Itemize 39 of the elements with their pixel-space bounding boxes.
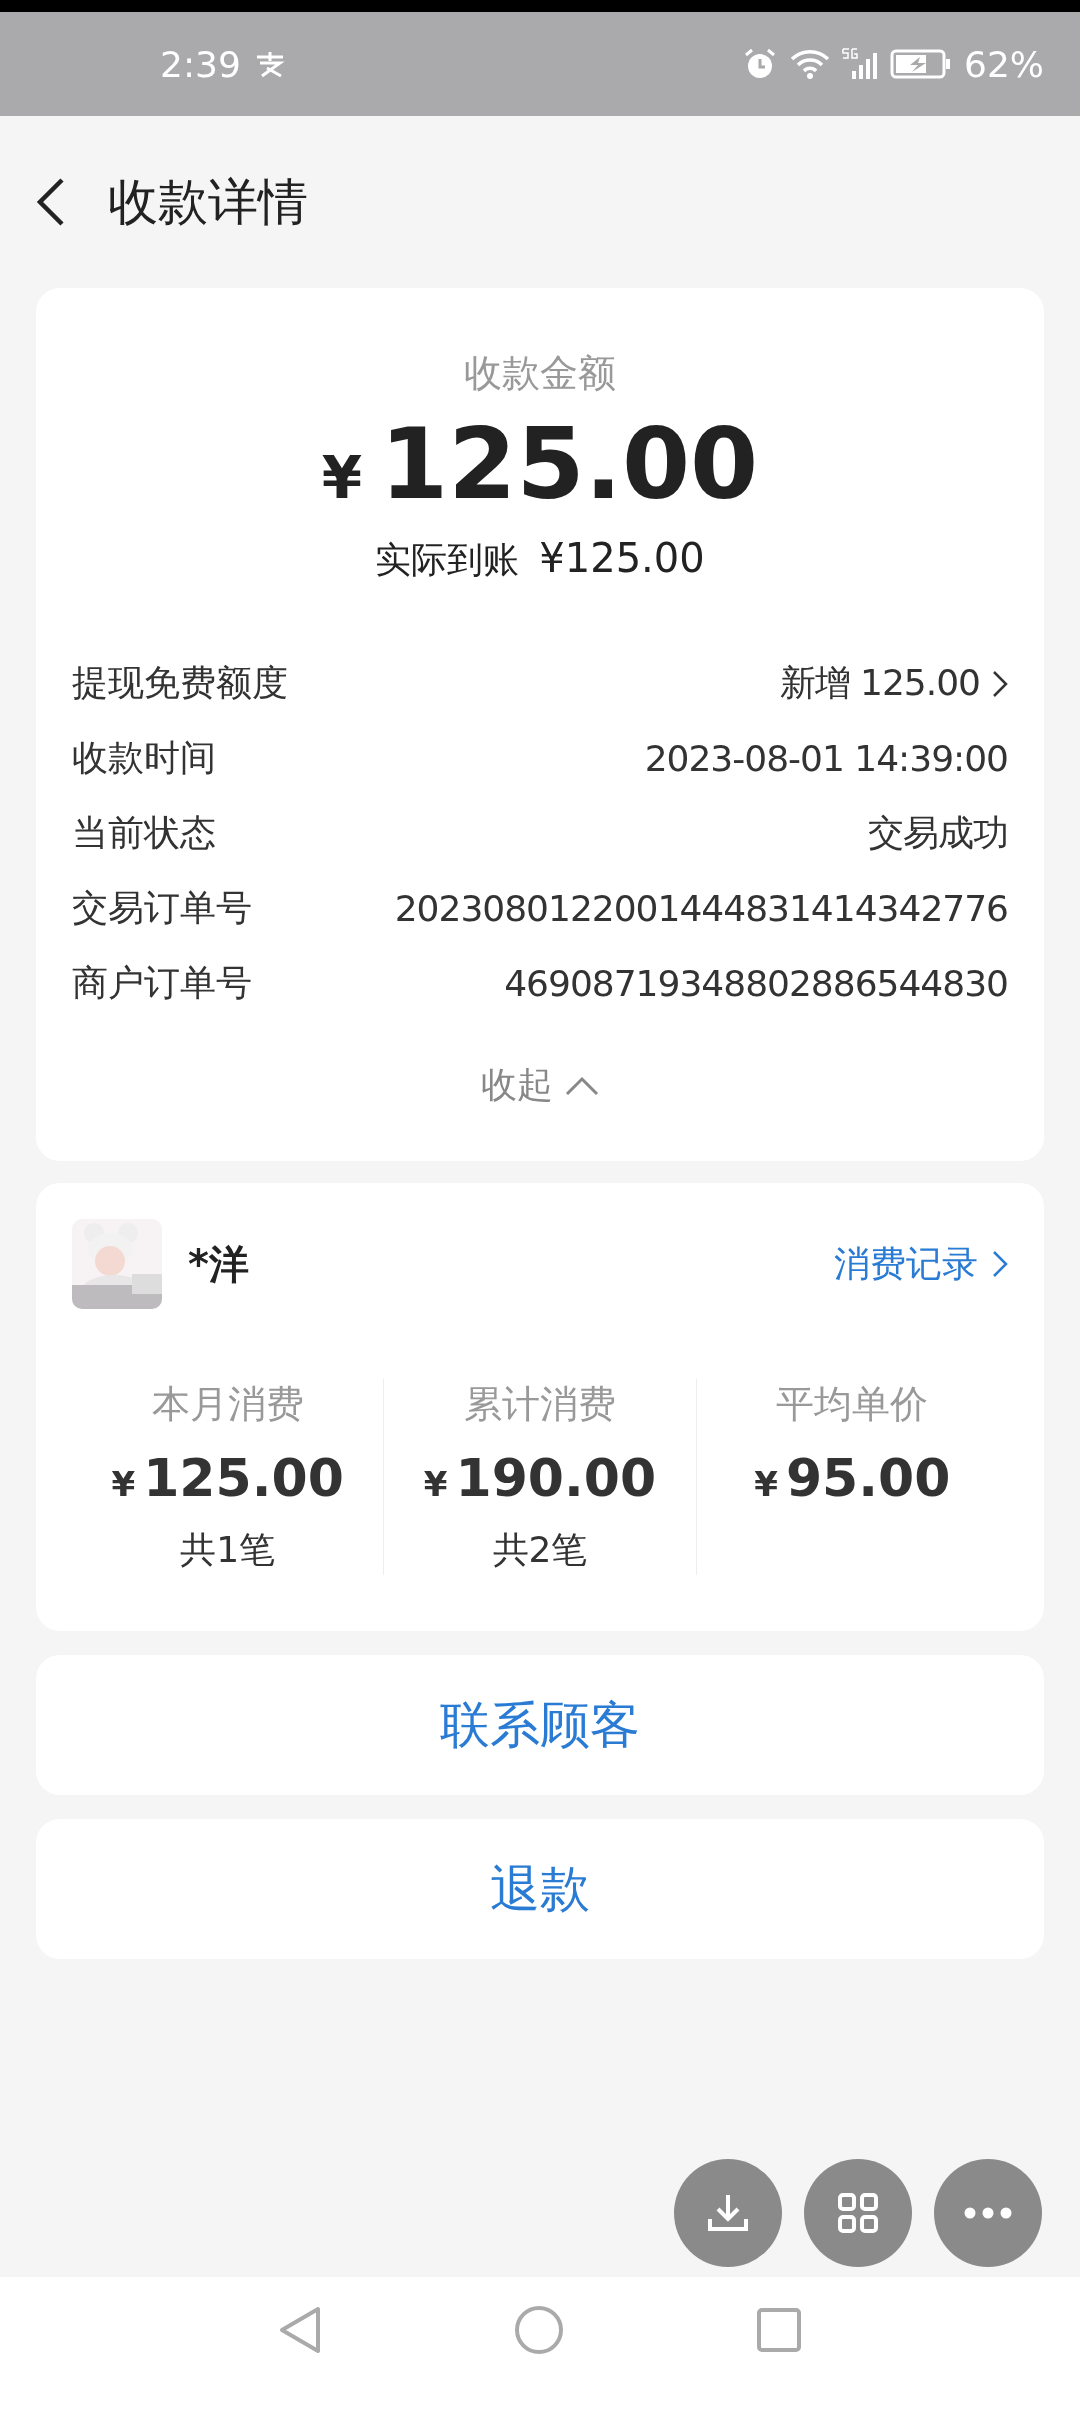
wifi-icon — [790, 47, 830, 81]
received-label: 实际到账 — [375, 538, 520, 582]
stat-value: ¥95.00 — [754, 1448, 951, 1508]
detail-label: 收款时间 — [72, 736, 216, 780]
chevron-right-icon — [992, 1250, 1008, 1278]
detail-value: 2023-08-01 14:39:00 — [644, 738, 1008, 779]
page-title: 收款详情 — [108, 171, 308, 233]
customer-name: *洋 — [188, 1239, 250, 1289]
detail-label: 交易订单号 — [72, 886, 252, 930]
stat-label: 累计消费 — [464, 1381, 616, 1428]
stat-value: ¥125.00 — [111, 1448, 344, 1508]
chevron-up-icon — [565, 1075, 599, 1096]
back-button[interactable] — [36, 177, 66, 227]
stat-label: 平均单价 — [776, 1381, 929, 1428]
stat-count: 共1笔 — [180, 1528, 276, 1572]
stat-value: ¥190.00 — [423, 1448, 657, 1508]
grid-icon — [836, 2191, 880, 2235]
amount-value: ¥ 125.00 — [321, 407, 759, 521]
cellular-signal-icon — [842, 47, 878, 81]
action-button[interactable]: 联系顾客 — [36, 1655, 1044, 1795]
received-amount: ¥125.00 — [539, 535, 705, 581]
amount-label: 收款金额 — [464, 350, 616, 397]
stat-count: 共2笔 — [492, 1528, 588, 1572]
detail-value: 46908719348802886544830 — [504, 963, 1008, 1004]
battery-charging-icon — [890, 49, 952, 79]
history-link[interactable]: 消费记录 — [834, 1239, 1008, 1289]
detail-label: 当前状态 — [72, 811, 216, 855]
detail-link[interactable]: 新增 125.00 — [779, 659, 1008, 708]
more-icon — [964, 2207, 1012, 2219]
detail-label: 提现免费额度 — [72, 661, 288, 705]
detail-value: 交易成功 — [868, 811, 1008, 855]
clock-time: 2:39 — [160, 43, 241, 85]
detail-label: 商户订单号 — [72, 961, 252, 1005]
collapse-button[interactable]: 收起 — [475, 1060, 605, 1111]
chevron-right-icon — [992, 669, 1008, 698]
detail-value: 2023080122001444831414342776 — [394, 888, 1008, 929]
action-button[interactable]: 退款 — [36, 1819, 1044, 1959]
stat-label: 本月消费 — [151, 1381, 304, 1428]
battery-percent: 62% — [964, 43, 1044, 85]
